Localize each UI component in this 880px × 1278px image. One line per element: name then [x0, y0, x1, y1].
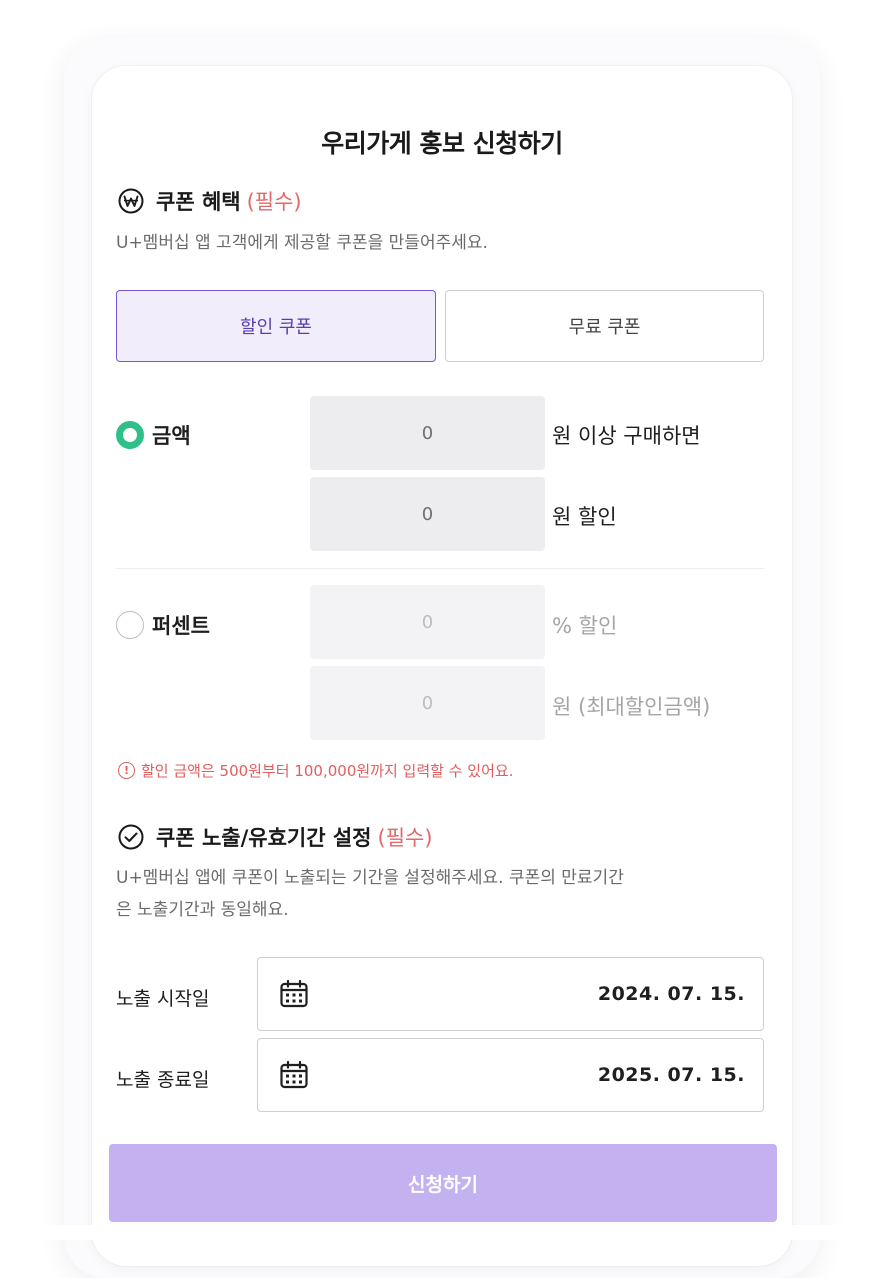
tab-discount-coupon[interactable]: 할인 쿠폰	[116, 290, 436, 362]
calendar-icon	[278, 1059, 310, 1091]
coupon-section-title: 쿠폰 혜택	[156, 190, 241, 214]
period-description-line1: U+멤버십 앱에 쿠폰이 노출되는 기간을 설정해주세요. 쿠폰의 만료기간	[116, 868, 624, 888]
max-discount-suffix: 원 (최대할인금액)	[552, 695, 711, 719]
start-date-label: 노출 시작일	[116, 988, 210, 1010]
won-circle-icon	[118, 188, 144, 214]
coupon-section-heading: 쿠폰 혜택 (필수)	[118, 186, 302, 216]
end-date-field[interactable]: 2025. 07. 15.	[257, 1038, 764, 1112]
page-title: 우리가게 홍보 신청하기	[321, 129, 563, 158]
calendar-icon	[278, 978, 310, 1010]
end-date-value: 2025. 07. 15.	[597, 1064, 745, 1086]
tab-free-coupon[interactable]: 무료 쿠폰	[445, 290, 764, 362]
min-purchase-suffix: 원 이상 구매하면	[552, 424, 701, 448]
required-marker: (필수)	[377, 826, 433, 850]
start-date-value: 2024. 07. 15.	[597, 983, 745, 1005]
submit-button[interactable]: 신청하기	[109, 1144, 777, 1222]
amount-radio-label: 금액	[152, 424, 191, 448]
divider	[116, 568, 764, 569]
bottom-edge	[0, 1225, 880, 1240]
amount-warning: ! 할인 금액은 500원부터 100,000원까지 입력할 수 있어요.	[118, 760, 513, 781]
period-section-heading: 쿠폰 노출/유효기간 설정 (필수)	[118, 822, 433, 852]
start-date-field[interactable]: 2024. 07. 15.	[257, 957, 764, 1031]
check-circle-icon	[118, 824, 144, 850]
percent-suffix: % 할인	[552, 614, 618, 638]
required-marker: (필수)	[246, 190, 302, 214]
percent-radio-option[interactable]: 퍼센트	[116, 610, 210, 640]
amount-radio-option[interactable]: 금액	[116, 420, 191, 450]
period-section-title: 쿠폰 노출/유효기간 설정	[156, 826, 372, 850]
percent-radio[interactable]	[116, 611, 144, 639]
period-description-line2: 은 노출기간과 동일해요.	[116, 900, 289, 920]
min-purchase-input[interactable]	[310, 396, 545, 470]
coupon-section-description: U+멤버십 앱 고객에게 제공할 쿠폰을 만들어주세요.	[116, 233, 488, 253]
percent-radio-label: 퍼센트	[152, 614, 210, 638]
alert-circle-icon: !	[118, 762, 135, 779]
discount-amount-suffix: 원 할인	[552, 505, 617, 529]
warning-text: 할인 금액은 500원부터 100,000원까지 입력할 수 있어요.	[141, 762, 514, 780]
end-date-label: 노출 종료일	[116, 1069, 210, 1091]
amount-radio[interactable]	[116, 421, 144, 449]
discount-amount-input[interactable]	[310, 477, 545, 551]
percent-input[interactable]	[310, 585, 545, 659]
max-discount-input[interactable]	[310, 666, 545, 740]
